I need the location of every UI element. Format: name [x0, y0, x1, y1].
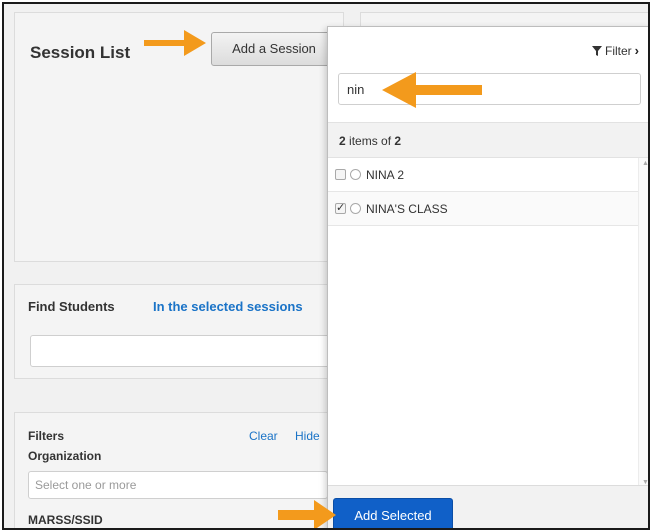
chevron-right-icon: › [634, 43, 639, 58]
count-text: items of [349, 134, 392, 148]
filters-label: Filters [28, 429, 65, 443]
orange-arrow-icon [278, 500, 336, 528]
list-item[interactable]: NINA 2 [328, 158, 640, 192]
list-item-label: NINA'S CLASS [366, 201, 448, 216]
add-session-button[interactable]: Add a Session [211, 32, 337, 66]
checkbox[interactable] [335, 201, 346, 214]
selected-sessions-link[interactable]: In the selected sessions [153, 299, 303, 314]
orange-arrow-icon [144, 30, 206, 56]
hide-filters-link[interactable]: Hide [295, 429, 320, 443]
count-total: 2 [394, 134, 402, 148]
find-students-input[interactable] [30, 335, 350, 367]
scroll-up-icon[interactable]: ▲ [642, 160, 648, 167]
radio[interactable] [350, 169, 361, 180]
app-frame: Session List Add a Session Find Students… [2, 2, 650, 530]
organization-select[interactable] [28, 471, 328, 499]
session-list-title: Session List [30, 43, 131, 62]
count-shown: 2 [339, 134, 346, 148]
find-students-panel: Find Students In the selected sessions [14, 284, 350, 379]
checkbox[interactable] [335, 169, 346, 180]
dropdown-footer: Add Selected [328, 485, 648, 528]
filter-toggle[interactable]: Filter › [591, 43, 639, 58]
result-count: 2 items of 2 [328, 122, 648, 158]
filter-label: Filter [604, 43, 632, 58]
list-item-label: NINA 2 [366, 167, 405, 182]
session-results-list: NINA 2 NINA'S CLASS [328, 158, 640, 488]
session-picker-dropdown: Filter › 2 items of 2 NINA 2 NINA'S CLAS… [327, 26, 648, 528]
find-students-label: Find Students [28, 299, 115, 314]
orange-arrow-icon [382, 72, 482, 108]
clear-filters-link[interactable]: Clear [249, 429, 278, 443]
list-item[interactable]: NINA'S CLASS [328, 192, 640, 226]
add-selected-button[interactable]: Add Selected [333, 498, 453, 528]
radio[interactable] [350, 203, 361, 214]
list-scrollbar[interactable]: ▲ ▼ [638, 158, 648, 488]
marss-ssid-label: MARSS/SSID [28, 513, 103, 527]
funnel-icon [591, 45, 602, 56]
organization-label: Organization [28, 449, 102, 463]
